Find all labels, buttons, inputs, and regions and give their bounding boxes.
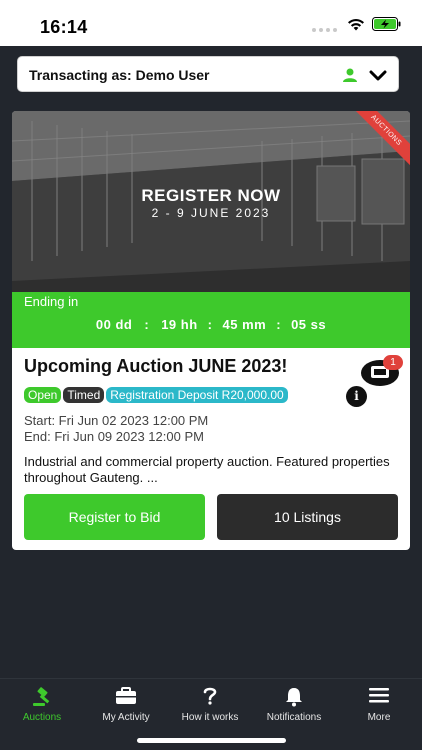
chat-badge: 1	[383, 355, 403, 370]
auction-title: Upcoming Auction JUNE 2023!	[24, 356, 288, 376]
auction-description: Industrial and commercial property aucti…	[24, 454, 390, 485]
tab-notifications[interactable]: Notifications	[252, 679, 336, 739]
wifi-icon	[348, 18, 364, 30]
countdown-separator: :	[144, 317, 150, 332]
banner-title: REGISTER NOW	[141, 186, 281, 205]
ending-in-label: Ending in	[24, 294, 79, 309]
transacting-as-selector[interactable]: Transacting as: Demo User	[17, 56, 399, 92]
countdown-hours: 19 hh	[161, 317, 198, 332]
auction-card[interactable]: REGISTER NOW 2 - 9 JUNE 2023 AUCTIONS En…	[12, 111, 410, 550]
start-date: Start: Fri Jun 02 2023 12:00 PM	[24, 413, 209, 428]
status-bar: 16:14	[0, 0, 422, 46]
tab-label: My Activity	[102, 712, 150, 723]
tab-my-activity[interactable]: My Activity	[84, 679, 168, 739]
battery-charging-icon	[372, 17, 401, 31]
signal-dots-icon	[312, 28, 337, 32]
countdown-bar: Ending in 00 dd : 19 hh : 45 mm : 05 ss	[12, 292, 410, 348]
tab-how-it-works[interactable]: How it works	[168, 679, 252, 739]
banner-dates: 2 - 9 JUNE 2023	[151, 206, 271, 220]
countdown-minutes: 45 mm	[222, 317, 267, 332]
countdown-seconds: 05 ss	[291, 317, 327, 332]
tab-label: How it works	[181, 712, 239, 723]
end-date: End: Fri Jun 09 2023 12:00 PM	[24, 429, 204, 444]
menu-icon	[369, 688, 389, 703]
briefcase-icon	[116, 687, 136, 704]
transacting-as-label: Transacting as: Demo User	[29, 67, 210, 83]
tab-label: Notifications	[266, 712, 322, 723]
countdown-days: 00 dd	[95, 317, 133, 332]
tab-label: More	[367, 712, 391, 723]
question-icon	[203, 687, 217, 705]
status-badge-timed: Timed	[63, 387, 105, 403]
auction-dates: Start: Fri Jun 02 2023 12:00 PM End: Fri…	[24, 413, 208, 445]
info-icon[interactable]: i	[346, 386, 367, 407]
bell-icon	[286, 688, 302, 707]
register-to-bid-button[interactable]: Register to Bid	[24, 494, 205, 540]
tab-more[interactable]: More	[337, 679, 421, 739]
user-icon	[343, 68, 357, 82]
deposit-badge: Registration Deposit R20,000.00	[106, 387, 288, 403]
listings-button[interactable]: 10 Listings	[217, 494, 398, 540]
home-indicator	[137, 738, 286, 743]
auction-tags: Open Timed Registration Deposit R20,000.…	[24, 387, 288, 403]
countdown-separator: :	[207, 317, 213, 332]
status-badge-open: Open	[24, 387, 62, 403]
chevron-down-icon	[369, 70, 387, 81]
countdown-separator: :	[276, 317, 282, 332]
tab-auctions[interactable]: Auctions	[0, 679, 84, 739]
status-time: 16:14	[40, 17, 88, 37]
auction-banner-image: REGISTER NOW 2 - 9 JUNE 2023 AUCTIONS	[12, 111, 410, 292]
gavel-icon	[33, 687, 50, 706]
tab-label: Auctions	[22, 712, 62, 723]
